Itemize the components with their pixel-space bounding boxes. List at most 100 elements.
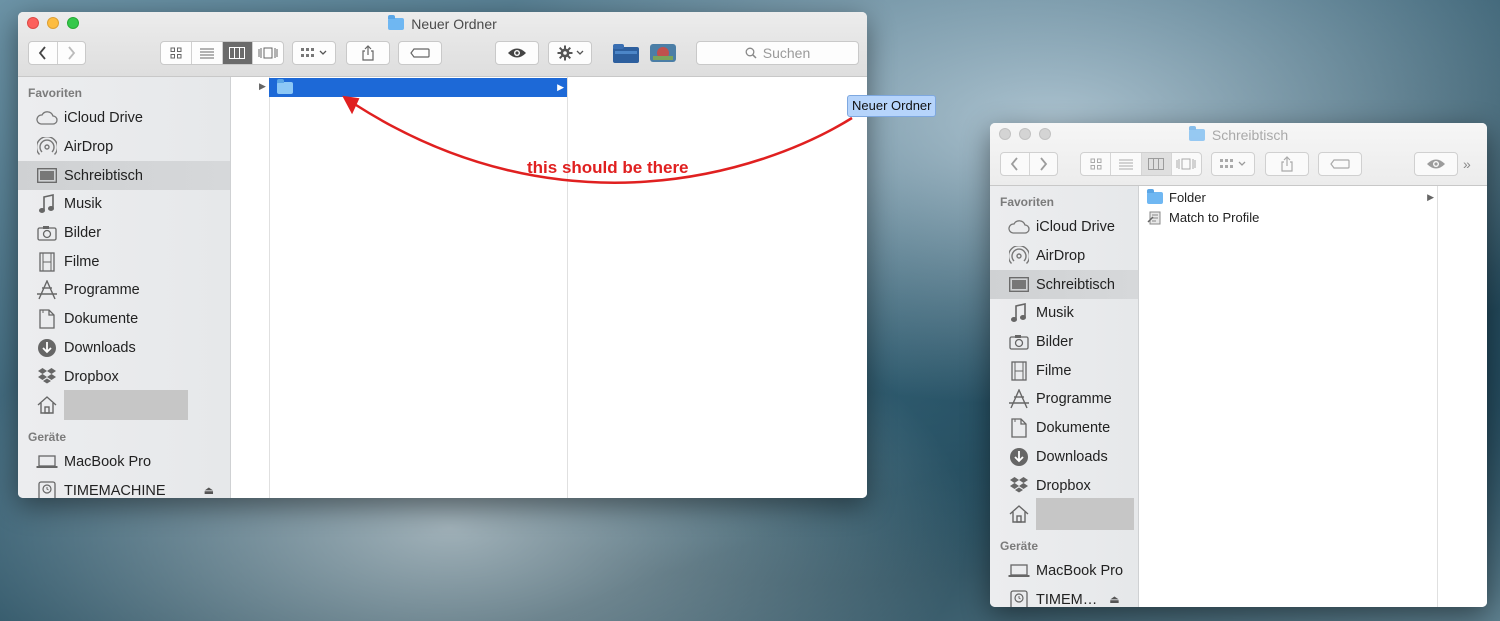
sidebar-item-label: AirDrop bbox=[1036, 248, 1086, 265]
sidebar-item-dokumente[interactable]: Dokumente bbox=[990, 414, 1138, 443]
column-view-button[interactable] bbox=[222, 42, 254, 64]
quick-look-button[interactable] bbox=[1414, 152, 1458, 176]
sidebar-item-airdrop[interactable]: AirDrop bbox=[990, 242, 1138, 271]
sidebar-item-label: Schreibtisch bbox=[64, 167, 143, 184]
chevron-right-icon: ▶ bbox=[557, 82, 564, 92]
sidebar: Favoriten iCloud Drive AirDrop Schreibtisc… bbox=[990, 186, 1139, 607]
sidebar-item-schreibtisch[interactable]: Schreibtisch bbox=[18, 161, 230, 191]
sidebar-device-timem[interactable]: TIMEM… ⏏ bbox=[990, 585, 1138, 607]
forward-button[interactable] bbox=[1030, 153, 1058, 175]
folder-icon bbox=[277, 78, 293, 94]
arrange-segment bbox=[293, 42, 335, 64]
eject-icon[interactable]: ⏏ bbox=[1109, 593, 1119, 606]
apps-icon bbox=[36, 279, 58, 301]
sidebar-item-home[interactable] bbox=[18, 390, 230, 421]
tag-icon bbox=[1330, 159, 1350, 169]
sidebar-item-downloads[interactable]: Downloads bbox=[18, 334, 230, 363]
timemachine-icon bbox=[1008, 589, 1030, 607]
eject-icon[interactable]: ⏏ bbox=[204, 484, 214, 497]
forward-button[interactable] bbox=[58, 42, 86, 64]
column-2 bbox=[568, 77, 867, 498]
arrange-button[interactable] bbox=[292, 41, 336, 65]
window-title: Neuer Ordner bbox=[18, 15, 867, 32]
icon-view-button[interactable] bbox=[1081, 153, 1112, 175]
dropbox-icon bbox=[1008, 475, 1030, 497]
arrange-button[interactable] bbox=[1211, 152, 1255, 176]
camera-icon bbox=[1008, 331, 1030, 353]
sidebar-item-bilder[interactable]: Bilder bbox=[18, 219, 230, 248]
chevron-down-icon bbox=[576, 50, 583, 55]
view-mode-control bbox=[1080, 152, 1202, 176]
sidebar-item-icloud-drive[interactable]: iCloud Drive bbox=[18, 104, 230, 133]
sidebar-item-home[interactable] bbox=[990, 498, 1138, 531]
icon-view-button[interactable] bbox=[161, 42, 192, 64]
sidebar-item-filme[interactable]: Filme bbox=[990, 356, 1138, 385]
sidebar-device-timemachine[interactable]: TIMEMACHINE ⏏ bbox=[18, 476, 230, 498]
sidebar-item-dokumente[interactable]: Dokumente bbox=[18, 305, 230, 334]
collapsed-row[interactable]: ▶ bbox=[231, 77, 269, 96]
columns-icon bbox=[229, 47, 246, 59]
sidebar-item-filme[interactable]: Filme bbox=[18, 247, 230, 276]
sidebar-item-musik[interactable]: Musik bbox=[990, 299, 1138, 328]
sidebar-item-schreibtisch[interactable]: Schreibtisch bbox=[990, 270, 1138, 300]
sidebar-item-dropbox[interactable]: Dropbox bbox=[990, 471, 1138, 500]
back-button[interactable] bbox=[1001, 153, 1030, 175]
tag-button[interactable] bbox=[398, 41, 442, 65]
sidebar-device-macbook-pro[interactable]: MacBook Pro bbox=[990, 557, 1138, 586]
titlebar[interactable]: Schreibtisch » bbox=[990, 123, 1487, 186]
column-browser: Folder ▶ Match to Profile bbox=[1139, 186, 1487, 607]
sidebar-item-label: Musik bbox=[1036, 305, 1074, 322]
camera-icon bbox=[36, 222, 58, 244]
share-icon bbox=[1281, 156, 1293, 172]
column-view-button[interactable] bbox=[1141, 153, 1172, 175]
share-button[interactable] bbox=[1265, 152, 1309, 176]
sidebar-item-programme[interactable]: Programme bbox=[990, 385, 1138, 414]
dragged-item-label: Neuer Ordner bbox=[847, 95, 937, 117]
titlebar[interactable]: Neuer Ordner Suchen bbox=[18, 12, 867, 77]
sidebar-item-bilder[interactable]: Bilder bbox=[990, 328, 1138, 357]
share-segment bbox=[1266, 153, 1308, 175]
list-view-button[interactable] bbox=[192, 42, 223, 64]
nav-buttons bbox=[28, 41, 86, 65]
music-note-icon bbox=[1008, 302, 1030, 324]
redacted-username bbox=[1036, 498, 1134, 531]
file-row-folder[interactable]: Folder ▶ bbox=[1139, 188, 1437, 207]
quick-look-button[interactable] bbox=[495, 41, 539, 65]
toolbar-overflow-button[interactable]: » bbox=[1463, 156, 1471, 172]
sidebar-item-airdrop[interactable]: AirDrop bbox=[18, 133, 230, 162]
airdrop-icon bbox=[1008, 245, 1030, 267]
home-icon bbox=[1008, 503, 1030, 525]
share-button[interactable] bbox=[346, 41, 390, 65]
sidebar-item-icloud-drive[interactable]: iCloud Drive bbox=[990, 213, 1138, 242]
sidebar-item-label: Downloads bbox=[1036, 448, 1108, 465]
list-icon bbox=[1118, 159, 1133, 170]
sidebar-item-programme[interactable]: Programme bbox=[18, 276, 230, 305]
timemachine-icon bbox=[36, 480, 58, 498]
sidebar-item-label: Downloads bbox=[64, 339, 136, 356]
toolbar-folder-shortcut[interactable] bbox=[612, 42, 640, 64]
search-field[interactable]: Suchen bbox=[696, 41, 859, 65]
sidebar-item-label: Dokumente bbox=[64, 311, 139, 328]
sidebar-item-label: Bilder bbox=[1036, 334, 1074, 351]
share-segment bbox=[347, 42, 389, 64]
tag-segment bbox=[1319, 153, 1361, 175]
column-1: ▶ bbox=[269, 77, 568, 498]
view-mode-control bbox=[160, 41, 284, 65]
window-title-text: Schreibtisch bbox=[1211, 127, 1289, 143]
action-button[interactable] bbox=[548, 41, 592, 65]
back-button[interactable] bbox=[29, 42, 58, 64]
blue-folder-icon bbox=[613, 44, 639, 63]
sidebar-device-macbook-pro[interactable]: MacBook Pro bbox=[18, 448, 230, 477]
sidebar-item-musik[interactable]: Musik bbox=[18, 190, 230, 219]
toolbar-app-shortcut[interactable] bbox=[649, 42, 677, 64]
sidebar-item-downloads[interactable]: Downloads bbox=[990, 443, 1138, 472]
sidebar-item-dropbox[interactable]: Dropbox bbox=[18, 362, 230, 391]
list-view-button[interactable] bbox=[1111, 153, 1142, 175]
nav-buttons bbox=[1000, 152, 1058, 176]
tag-button[interactable] bbox=[1318, 152, 1362, 176]
file-row-match-to-profile[interactable]: Match to Profile bbox=[1139, 208, 1437, 227]
coverflow-view-button[interactable] bbox=[1172, 153, 1201, 175]
coverflow-view-button[interactable] bbox=[253, 42, 283, 64]
chevron-left-icon bbox=[1010, 157, 1018, 171]
new-folder-row[interactable]: ▶ bbox=[269, 78, 567, 97]
